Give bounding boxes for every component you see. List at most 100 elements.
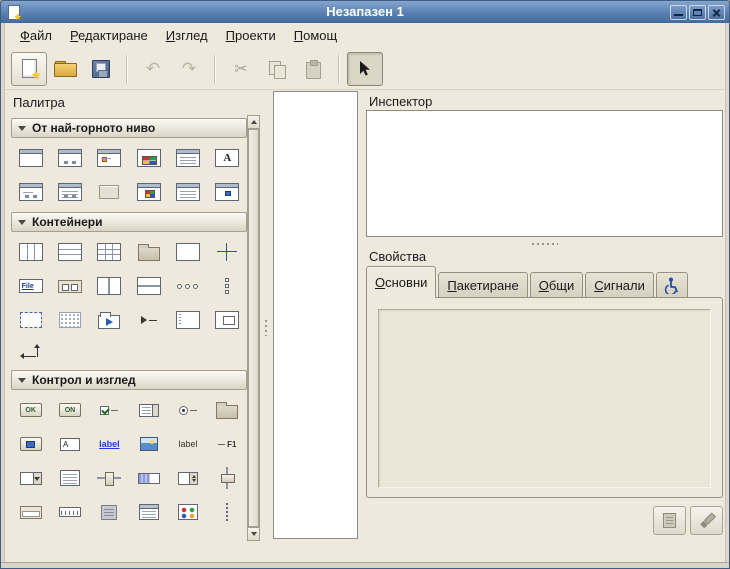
tab-accessibility[interactable] [656, 272, 688, 297]
menu-view[interactable]: Изглед [157, 25, 217, 46]
new-button[interactable] [11, 52, 47, 86]
scrollbar-thumb[interactable] [248, 129, 259, 527]
palette-item-progress-bar[interactable] [129, 461, 168, 495]
palette-item-vbuttonbox[interactable] [208, 269, 247, 303]
undo-button[interactable] [135, 52, 171, 86]
palette-item-alignment[interactable] [168, 235, 207, 269]
edit-button[interactable] [690, 506, 723, 535]
vbox-icon [58, 243, 82, 261]
palette-item-vscale[interactable] [208, 461, 247, 495]
selector-button[interactable] [347, 52, 383, 86]
palette-item-tree-view[interactable] [129, 495, 168, 529]
paste-button[interactable] [295, 52, 331, 86]
palette-item-accel-label[interactable]: F1 [208, 427, 247, 461]
save-button[interactable] [83, 52, 119, 86]
palette-item-radio-button[interactable] [168, 393, 207, 427]
tab-general[interactable]: Основни [366, 266, 436, 298]
palette-item-text-view[interactable] [50, 461, 89, 495]
tab-packing[interactable]: Пакетиране [438, 272, 527, 297]
palette-section-containers[interactable]: Контейнери [11, 212, 247, 232]
palette-item-image-button[interactable] [11, 427, 50, 461]
palette-item-font-selection[interactable]: A [208, 141, 247, 175]
open-button[interactable] [47, 52, 83, 86]
palette-item-color-selection[interactable] [129, 141, 168, 175]
menu-file-label: Файл [20, 28, 52, 43]
copy-button[interactable] [259, 52, 295, 86]
palette-item-hbuttonbox[interactable] [168, 269, 207, 303]
palette-item-statusbar[interactable] [11, 495, 50, 529]
palette-item-table[interactable] [90, 235, 129, 269]
arrow-up-icon [251, 120, 257, 124]
palette-item-menu[interactable] [90, 495, 129, 529]
palette-item-button[interactable]: OK [11, 393, 50, 427]
palette-item-entry[interactable]: A [50, 427, 89, 461]
palette-item-aspectframe[interactable] [208, 303, 247, 337]
palette-item-menubar[interactable]: File [11, 269, 50, 303]
scroll-down-button[interactable] [248, 527, 259, 540]
palette-item-vpaned[interactable] [129, 269, 168, 303]
palette-item-image[interactable] [129, 427, 168, 461]
design-canvas[interactable] [273, 91, 358, 539]
cut-button[interactable] [223, 52, 259, 86]
palette-item-hscale[interactable] [90, 461, 129, 495]
palette-item-vseparator[interactable] [208, 495, 247, 529]
palette-item-file-selection[interactable] [168, 141, 207, 175]
menu-edit[interactable]: Редактиране [61, 25, 157, 46]
vertical-pane-handle[interactable] [262, 115, 271, 541]
palette-scrollbar[interactable] [247, 115, 260, 541]
palette-item-hpaned[interactable] [90, 269, 129, 303]
scroll-up-button[interactable] [248, 116, 259, 129]
palette-item-handlebox[interactable] [168, 303, 207, 337]
menu-help[interactable]: Помощ [285, 25, 346, 46]
palette-item-hbox[interactable] [11, 235, 50, 269]
palette-item-window[interactable] [11, 141, 50, 175]
menu-projects[interactable]: Проекти [217, 25, 285, 46]
palette-item-message-dialog[interactable] [90, 141, 129, 175]
inspector-tree[interactable] [366, 110, 723, 237]
menu-help-label: Помощ [294, 28, 337, 43]
brush-icon [698, 512, 716, 530]
palette-item-combo-box-entry[interactable] [11, 461, 50, 495]
palette-item-color-selection-dialog[interactable] [129, 175, 168, 209]
palette-item-vbox[interactable] [50, 235, 89, 269]
palette-item-toolbar[interactable] [50, 269, 89, 303]
titlebar[interactable]: Незапазен 1 [1, 1, 729, 23]
palette-item-check-button[interactable] [90, 393, 129, 427]
palette-item-file-chooser-dialog[interactable] [168, 175, 207, 209]
palette-item-link-label[interactable]: label [90, 427, 129, 461]
palette-item-combo-box[interactable] [208, 393, 247, 427]
palette-item-frame[interactable] [129, 235, 168, 269]
palette-item-plug[interactable] [90, 175, 129, 209]
palette-item-dialog[interactable] [50, 141, 89, 175]
palette-item-icon-view[interactable] [168, 495, 207, 529]
horizontal-pane-handle[interactable] [366, 240, 723, 248]
close-button[interactable] [708, 5, 725, 20]
tab-signals-label: Сигнали [594, 278, 645, 293]
palette-item-hruler[interactable] [50, 495, 89, 529]
maximize-button[interactable] [689, 5, 706, 20]
info-button[interactable] [653, 506, 686, 535]
palette-item-fixed[interactable] [208, 235, 247, 269]
redo-button[interactable] [171, 52, 207, 86]
palette-item-option-menu[interactable] [129, 393, 168, 427]
minimize-button[interactable] [670, 5, 687, 20]
palette-section-controls[interactable]: Контрол и изглед [11, 370, 247, 390]
palette-item-file-chooser[interactable] [50, 175, 89, 209]
palette-section-toplevel[interactable]: От най-горното ниво [11, 118, 247, 138]
on-label: ON [65, 407, 76, 414]
palette-item-scrolledwindow[interactable] [50, 303, 89, 337]
palette-item-expander[interactable] [129, 303, 168, 337]
tab-signals[interactable]: Сигнали [585, 272, 654, 297]
palette-item-viewport[interactable] [11, 303, 50, 337]
menu-file[interactable]: Файл [11, 25, 61, 46]
palette-item-input-dialog[interactable] [11, 175, 50, 209]
palette-item-spin-button[interactable] [168, 461, 207, 495]
palette-item-curve[interactable] [11, 337, 50, 367]
palette-item-label[interactable]: label [168, 427, 207, 461]
palette-item-about-dialog[interactable] [208, 175, 247, 209]
vseparator-icon [226, 503, 228, 521]
palette-item-notebook[interactable] [90, 303, 129, 337]
icon-part [34, 344, 40, 348]
palette-item-toggle-button[interactable]: ON [50, 393, 89, 427]
tab-common[interactable]: Общи [530, 272, 584, 297]
